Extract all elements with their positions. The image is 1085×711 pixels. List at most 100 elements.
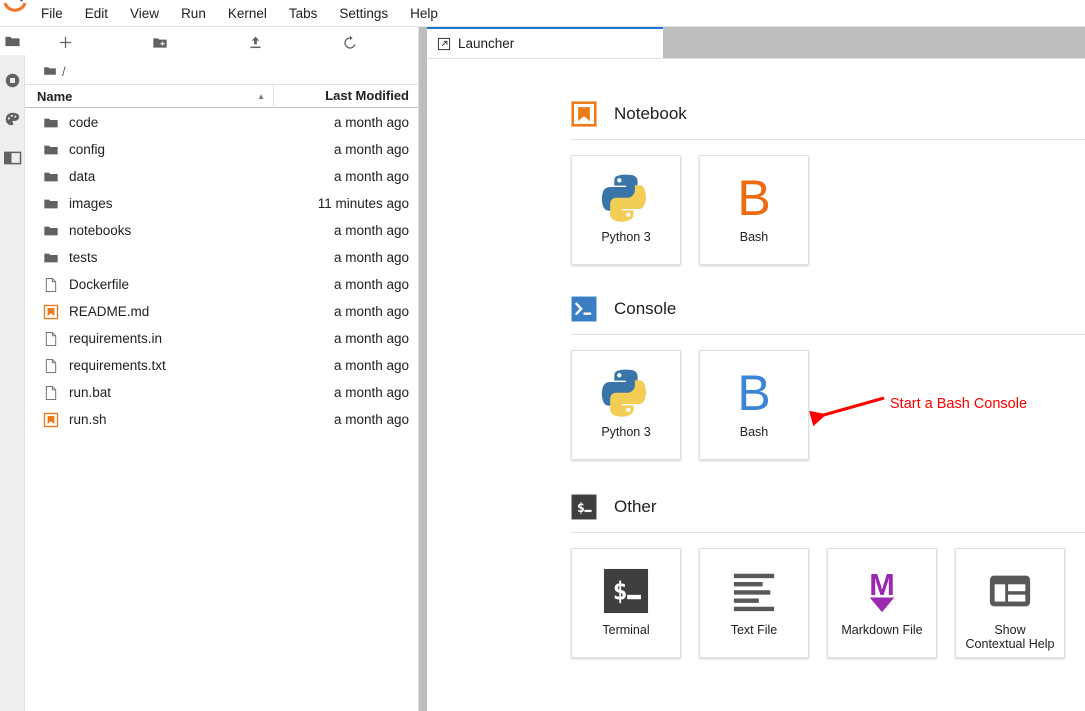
upload-icon	[250, 36, 260, 49]
file-item-modified: a month ago	[333, 412, 409, 427]
notebook-icon	[43, 412, 59, 427]
launcher-card[interactable]: Python 3	[571, 155, 681, 265]
file-item-name: code	[69, 115, 99, 130]
file-icon	[45, 331, 57, 346]
sidebar-item-extension-manager[interactable]	[0, 105, 25, 133]
activity-bar-spacer-3	[0, 133, 24, 144]
column-header-last-modified[interactable]: Last Modified	[273, 84, 418, 108]
file-list-item[interactable]: README.md a month ago	[25, 298, 418, 325]
file-item-name: run.bat	[69, 385, 112, 400]
file-item-icon	[37, 412, 65, 428]
console-prompt-icon	[571, 296, 597, 322]
menu-view[interactable]: View	[119, 0, 170, 27]
file-item-modified: a month ago	[333, 250, 409, 265]
file-list-item[interactable]: code a month ago	[25, 109, 418, 136]
breadcrumb-root[interactable]: /	[62, 64, 66, 79]
launcher-card[interactable]: Python 3	[571, 350, 681, 460]
file-item-modified: a month ago	[333, 385, 409, 400]
launcher-section-header: $ Other	[427, 494, 1085, 520]
sidebar-item-running-terminals-kernels[interactable]	[0, 66, 25, 94]
menu-settings[interactable]: Settings	[328, 0, 399, 27]
file-item-name: README.md	[69, 304, 150, 319]
folder-icon	[44, 226, 58, 235]
refresh-file-list-button[interactable]	[336, 31, 364, 55]
launcher-card-icon	[600, 170, 652, 226]
folder-icon	[5, 36, 20, 46]
panel-splitter[interactable]	[419, 27, 427, 711]
menu-edit[interactable]: Edit	[74, 0, 119, 27]
file-item-name: Dockerfile	[69, 277, 130, 292]
file-list-item[interactable]: config a month ago	[25, 136, 418, 163]
new-folder-button[interactable]	[146, 31, 174, 55]
launcher-card-icon	[987, 563, 1033, 619]
file-item-modified: a month ago	[333, 358, 409, 373]
file-list-item[interactable]: tests a month ago	[25, 244, 418, 271]
upload-files-button[interactable]	[241, 31, 269, 55]
markdown-icon: M	[869, 568, 895, 613]
launcher-card[interactable]: B Bash	[699, 155, 809, 265]
file-list-item[interactable]: data a month ago	[25, 163, 418, 190]
folder-icon	[44, 172, 58, 181]
file-list-item[interactable]: run.sh a month ago	[25, 406, 418, 433]
menu-help[interactable]: Help	[399, 0, 449, 27]
activity-bar-spacer-2	[0, 94, 24, 105]
tab-launcher[interactable]: Launcher	[427, 27, 663, 58]
sort-ascending-icon: ▲	[257, 91, 265, 101]
file-item-icon	[37, 169, 65, 185]
activity-bar-spacer	[0, 55, 24, 66]
new-folder-icon	[153, 37, 167, 48]
terminal-prompt-icon: $	[571, 494, 597, 520]
folder-icon[interactable]	[43, 64, 57, 78]
folder-icon	[44, 145, 58, 154]
jupyter-logo	[0, 0, 30, 27]
file-item-icon	[37, 142, 65, 158]
launcher-card[interactable]: $ Terminal	[571, 548, 681, 658]
stop-circle-icon	[5, 73, 20, 87]
file-item-name: requirements.txt	[69, 358, 166, 373]
file-list-item[interactable]: Dockerfile a month ago	[25, 271, 418, 298]
refresh-icon	[344, 35, 356, 49]
file-list-item[interactable]: requirements.txt a month ago	[25, 352, 418, 379]
menu-file[interactable]: File	[30, 0, 74, 27]
launcher-section-title: Console	[614, 299, 677, 318]
svg-text:$: $	[577, 501, 585, 516]
file-item-icon	[37, 331, 65, 347]
file-item-modified: a month ago	[333, 277, 409, 292]
left-activity-bar	[0, 27, 25, 711]
launcher-sections: Notebook Python 3 B Bash Console Python 3 B Bas…	[427, 59, 1085, 658]
column-header-name[interactable]: Name ▲	[25, 89, 273, 104]
launcher-card-icon: $	[603, 563, 649, 619]
launcher-section: Notebook Python 3 B Bash	[427, 101, 1085, 296]
menu-tabs[interactable]: Tabs	[278, 0, 329, 27]
file-list-item[interactable]: requirements.in a month ago	[25, 325, 418, 352]
launcher-card[interactable]: B Bash	[699, 350, 809, 460]
contextual-help-icon	[989, 575, 1031, 607]
file-item-modified: a month ago	[333, 169, 409, 184]
launcher-section: Console Python 3 B Bash	[427, 296, 1085, 494]
file-item-name: images	[69, 196, 113, 211]
launcher-card-row: Python 3 B Bash	[427, 335, 1085, 460]
launcher-card[interactable]: Show Contextual Help	[955, 548, 1065, 658]
file-item-icon	[37, 223, 65, 239]
file-item-modified: a month ago	[333, 142, 409, 157]
main-dock-area: Launcher Notebook Python 3 B Bash Console Pyt…	[427, 27, 1085, 711]
launcher-card[interactable]: M Markdown File	[827, 548, 937, 658]
menu-run[interactable]: Run	[170, 0, 217, 27]
tab-bar: Launcher	[427, 27, 1085, 58]
menu-kernel[interactable]: Kernel	[217, 0, 278, 27]
new-launcher-button[interactable]	[51, 31, 79, 55]
launcher-section-title: Notebook	[614, 104, 687, 123]
sidebar-item-file-browser[interactable]	[0, 27, 25, 55]
file-item-name: requirements.in	[69, 331, 163, 346]
file-list-item[interactable]: images 11 minutes ago	[25, 190, 418, 217]
launcher-card[interactable]: Text File	[699, 548, 809, 658]
file-list-item[interactable]: notebooks a month ago	[25, 217, 418, 244]
file-item-icon	[37, 385, 65, 401]
file-list-item[interactable]: run.bat a month ago	[25, 379, 418, 406]
terminal-icon: $	[603, 568, 649, 614]
launcher-section-gap	[427, 460, 1085, 494]
launcher-card-icon: B	[728, 365, 780, 421]
launcher-card-label: Markdown File	[841, 623, 923, 637]
sidebar-item-open-tabs[interactable]	[0, 144, 25, 172]
file-item-modified: 11 minutes ago	[317, 196, 409, 211]
